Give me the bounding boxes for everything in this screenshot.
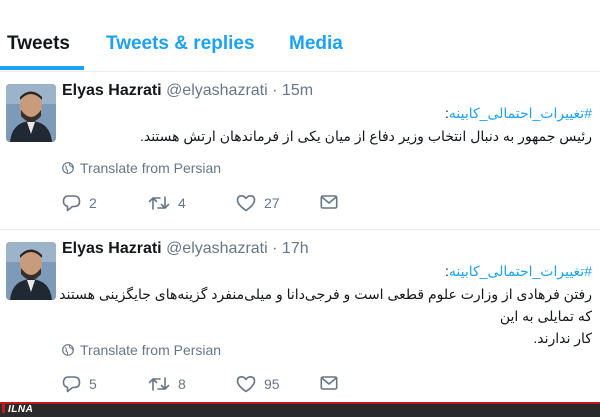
reply-button[interactable]: 2 bbox=[62, 194, 97, 212]
reply-icon bbox=[62, 195, 81, 212]
tweet-timestamp[interactable]: 15m bbox=[282, 82, 313, 99]
author-name[interactable]: Elyas Hazrati bbox=[62, 240, 162, 257]
reply-count: 2 bbox=[89, 195, 97, 211]
retweet-count: 4 bbox=[178, 195, 186, 211]
hashtag-link[interactable]: #تغییرات_احتمالی_کابینه bbox=[449, 263, 592, 279]
like-count: 27 bbox=[264, 195, 280, 211]
like-button[interactable]: 27 bbox=[236, 194, 280, 212]
message-icon bbox=[320, 195, 338, 209]
retweet-count: 8 bbox=[178, 376, 186, 392]
like-icon bbox=[236, 376, 256, 393]
like-icon bbox=[236, 195, 256, 212]
reply-count: 5 bbox=[89, 376, 97, 392]
tweet-actions: 5 8 95 bbox=[62, 375, 362, 395]
watermark-logo: ILNA bbox=[2, 404, 33, 415]
tweet-header: Elyas Hazrati @elyashazrati · 17h bbox=[62, 240, 309, 258]
tweet-item[interactable]: Elyas Hazrati @elyashazrati · 17h #تغییر… bbox=[0, 230, 600, 402]
like-count: 95 bbox=[264, 376, 280, 392]
tweet-text: رئیس جمهور به دنبال انتخاب وزیر دفاع از … bbox=[62, 125, 592, 147]
reply-button[interactable]: 5 bbox=[62, 375, 97, 393]
message-icon bbox=[320, 376, 338, 390]
tab-media[interactable]: Media bbox=[289, 33, 343, 55]
tweet-item[interactable]: Elyas Hazrati @elyashazrati · 15m #تغییر… bbox=[0, 72, 600, 230]
tweet-hashtag-line: #تغییرات_احتمالی_کابینه: bbox=[445, 263, 592, 280]
like-button[interactable]: 95 bbox=[236, 375, 280, 393]
retweet-button[interactable]: 8 bbox=[148, 375, 186, 393]
author-handle[interactable]: @elyashazrati bbox=[166, 82, 268, 99]
separator-dot: · bbox=[272, 82, 278, 99]
tweet-text-line: رئیس جمهور به دنبال انتخاب وزیر دفاع از … bbox=[139, 128, 592, 144]
hashtag-link[interactable]: #تغییرات_احتمالی_کابینه bbox=[449, 105, 592, 121]
translate-link[interactable]: Translate from Persian bbox=[62, 342, 221, 358]
avatar[interactable] bbox=[6, 242, 56, 300]
separator-dot: · bbox=[272, 240, 278, 257]
direct-message-button[interactable] bbox=[320, 375, 338, 391]
globe-icon bbox=[62, 162, 74, 174]
tweet-text-line: رفتن فرهادی از وزارت علوم قطعی است و فرج… bbox=[59, 286, 592, 324]
tweet-text: رفتن فرهادی از وزارت علوم قطعی است و فرج… bbox=[57, 283, 592, 349]
tweet-hashtag-line: #تغییرات_احتمالی_کابینه: bbox=[445, 105, 592, 122]
globe-icon bbox=[62, 344, 74, 356]
avatar[interactable] bbox=[6, 84, 56, 142]
translate-link[interactable]: Translate from Persian bbox=[62, 160, 221, 176]
tweet-timestamp[interactable]: 17h bbox=[282, 240, 309, 257]
translate-label[interactable]: Translate from Persian bbox=[80, 160, 221, 176]
profile-tabs: Tweets Tweets & replies Media bbox=[0, 0, 600, 72]
active-tab-indicator bbox=[0, 66, 84, 70]
direct-message-button[interactable] bbox=[320, 194, 338, 210]
retweet-icon bbox=[148, 377, 170, 391]
author-handle[interactable]: @elyashazrati bbox=[166, 240, 268, 257]
retweet-button[interactable]: 4 bbox=[148, 194, 186, 212]
reply-icon bbox=[62, 376, 81, 393]
tweet-header: Elyas Hazrati @elyashazrati · 15m bbox=[62, 82, 313, 100]
retweet-icon bbox=[148, 196, 170, 210]
tab-tweets[interactable]: Tweets bbox=[7, 33, 70, 55]
tweet-actions: 2 4 27 bbox=[62, 194, 362, 214]
translate-label[interactable]: Translate from Persian bbox=[80, 342, 221, 358]
watermark-text: ILNA bbox=[8, 404, 34, 415]
tab-tweets-and-replies[interactable]: Tweets & replies bbox=[106, 33, 255, 55]
author-name[interactable]: Elyas Hazrati bbox=[62, 82, 162, 99]
